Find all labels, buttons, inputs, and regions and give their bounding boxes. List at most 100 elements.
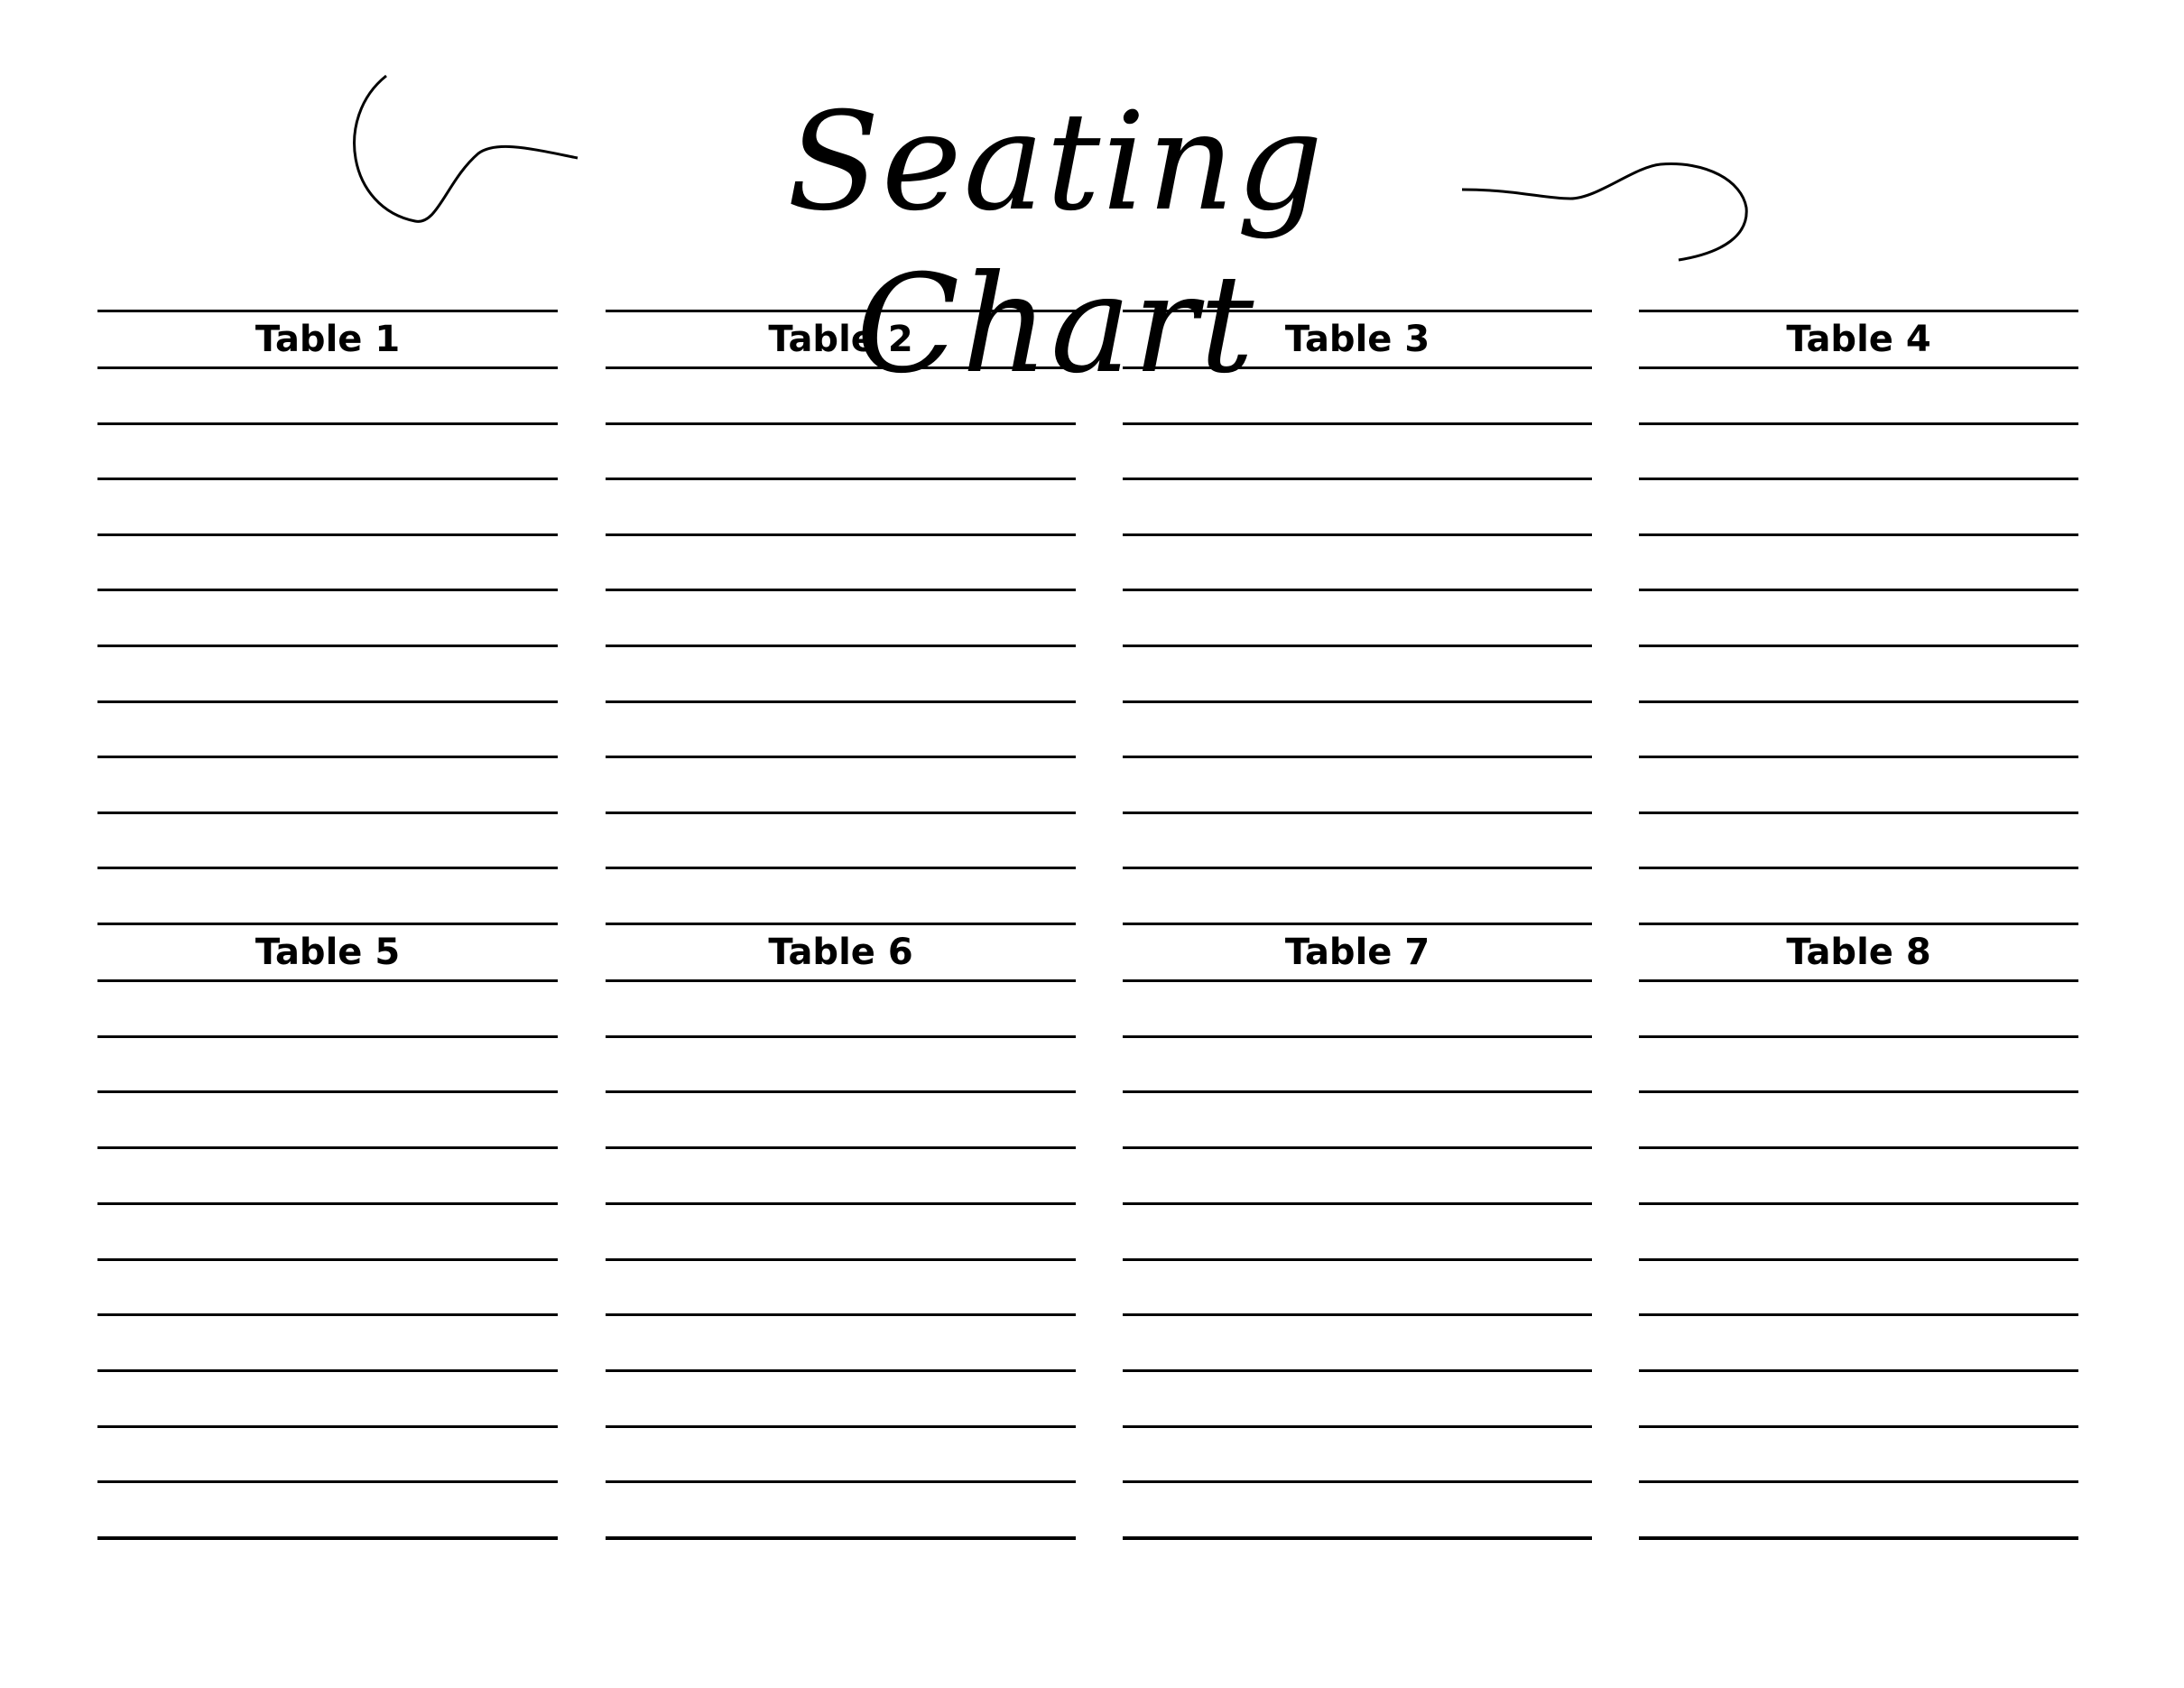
seat-rule	[1123, 645, 1592, 647]
seat-entry-line[interactable]	[1639, 425, 2078, 478]
seat-entry-line[interactable]	[606, 1150, 1076, 1202]
seat-entry-line[interactable]	[1123, 870, 1592, 923]
seat-entry-line[interactable]	[606, 1484, 1076, 1536]
seat-entry-line[interactable]	[1639, 1038, 2078, 1090]
seat-entry-line[interactable]	[606, 481, 1076, 533]
seat-entry-line[interactable]	[606, 370, 1076, 422]
seat-entry-line[interactable]	[1639, 648, 2078, 700]
seat-entry-line[interactable]	[606, 1373, 1076, 1425]
seat-entry-line[interactable]	[1123, 425, 1592, 478]
seat-entry-line[interactable]	[97, 370, 558, 422]
header-bottom-rule	[97, 366, 558, 369]
seat-entry-line[interactable]	[97, 1317, 558, 1369]
seat-entry-line[interactable]	[97, 481, 558, 533]
seat-entry-line[interactable]	[606, 1428, 1076, 1480]
seat-entry-line[interactable]	[1123, 648, 1592, 700]
seat-entry-line[interactable]	[1123, 1206, 1592, 1258]
seat-entry-line[interactable]	[606, 1317, 1076, 1369]
seat-entry-line[interactable]	[97, 1094, 558, 1146]
seat-entry-line[interactable]	[1639, 1317, 2078, 1369]
seat-entry-line[interactable]	[1639, 481, 2078, 533]
seat-entry-line[interactable]	[1123, 1373, 1592, 1425]
seat-entry-line[interactable]	[97, 759, 558, 812]
seat-entry-line[interactable]	[1123, 481, 1592, 533]
seat-entry-line[interactable]	[606, 983, 1076, 1035]
seat-entry-line[interactable]	[97, 870, 558, 923]
seat-entry-line[interactable]	[606, 1094, 1076, 1146]
table-label: Table 3	[1284, 319, 1430, 360]
seat-entry-line[interactable]	[1639, 1428, 2078, 1480]
seat-entry-line[interactable]	[1123, 1094, 1592, 1146]
seat-entry-line[interactable]	[1123, 703, 1592, 756]
header-bottom-rule	[1639, 366, 2078, 369]
seat-rule	[1123, 1313, 1592, 1316]
seat-entry-line[interactable]	[606, 425, 1076, 478]
seat-rule	[1639, 478, 2078, 480]
seat-entry-line[interactable]	[606, 870, 1076, 923]
seat-entry-line[interactable]	[606, 814, 1076, 867]
seat-entry-line[interactable]	[606, 759, 1076, 812]
seat-entry-line[interactable]	[606, 592, 1076, 645]
seat-rule	[1123, 1369, 1592, 1372]
seat-entry-line[interactable]	[606, 1261, 1076, 1313]
seat-entry-line[interactable]	[97, 648, 558, 700]
seat-entry-line[interactable]	[1639, 1094, 2078, 1146]
seat-entry-line[interactable]	[1639, 1261, 2078, 1313]
table-label: Table 1	[254, 319, 401, 360]
seat-entry-line[interactable]	[97, 1038, 558, 1090]
seat-entry-line[interactable]	[97, 814, 558, 867]
seat-entry-line[interactable]	[606, 1206, 1076, 1258]
seat-entry-line[interactable]	[1639, 370, 2078, 422]
seat-entry-line[interactable]	[1639, 759, 2078, 812]
seat-entry-line[interactable]	[1639, 592, 2078, 645]
seat-entry-line[interactable]	[97, 1373, 558, 1425]
seat-entry-line[interactable]	[606, 648, 1076, 700]
seat-entry-line[interactable]	[1639, 983, 2078, 1035]
seat-entry-line[interactable]	[1123, 814, 1592, 867]
seat-entry-line[interactable]	[97, 1150, 558, 1202]
seat-entry-line[interactable]	[1639, 1206, 2078, 1258]
seat-entry-line[interactable]	[606, 703, 1076, 756]
seat-rule	[606, 756, 1076, 758]
seat-entry-line[interactable]	[97, 592, 558, 645]
seat-entry-line[interactable]	[97, 536, 558, 589]
seat-rule	[1123, 756, 1592, 758]
seat-entry-line[interactable]	[606, 1038, 1076, 1090]
seat-entry-line[interactable]	[97, 425, 558, 478]
seat-entry-line[interactable]	[1123, 370, 1592, 422]
seat-entry-line[interactable]	[97, 1206, 558, 1258]
seat-entry-line[interactable]	[606, 536, 1076, 589]
seat-entry-line[interactable]	[1639, 814, 2078, 867]
seat-entry-line[interactable]	[97, 1484, 558, 1536]
seat-entry-line[interactable]	[1639, 1373, 2078, 1425]
seat-rule	[1123, 1090, 1592, 1093]
header-bottom-rule	[1123, 366, 1592, 369]
seat-entry-line[interactable]	[1123, 1484, 1592, 1536]
table-label: Table 8	[1786, 932, 1931, 973]
title-block: Seating Chart	[352, 63, 1841, 403]
seat-entry-line[interactable]	[1639, 870, 2078, 923]
seat-entry-line[interactable]	[1123, 1428, 1592, 1480]
seat-entry-line[interactable]	[1639, 1150, 2078, 1202]
seat-entry-line[interactable]	[1123, 983, 1592, 1035]
seat-entry-line[interactable]	[1123, 1317, 1592, 1369]
seat-entry-line[interactable]	[1123, 1261, 1592, 1313]
seat-entry-line[interactable]	[97, 1428, 558, 1480]
seat-entry-line[interactable]	[1123, 759, 1592, 812]
seat-entry-line[interactable]	[1639, 1484, 2078, 1536]
seat-entry-line[interactable]	[97, 983, 558, 1035]
seat-entry-line[interactable]	[1123, 536, 1592, 589]
seat-rule	[606, 1146, 1076, 1149]
seat-rule	[97, 1313, 558, 1316]
seat-entry-line[interactable]	[97, 703, 558, 756]
seat-entry-line[interactable]	[1123, 592, 1592, 645]
seat-rule	[1639, 867, 2078, 869]
seat-entry-line[interactable]	[1639, 536, 2078, 589]
table-label: Table 5	[254, 932, 401, 973]
seat-rule	[1639, 756, 2078, 758]
seat-entry-line[interactable]	[1639, 703, 2078, 756]
seat-entry-line[interactable]	[1123, 1038, 1592, 1090]
seat-rule	[606, 1369, 1076, 1372]
seat-entry-line[interactable]	[1123, 1150, 1592, 1202]
seat-entry-line[interactable]	[97, 1261, 558, 1313]
